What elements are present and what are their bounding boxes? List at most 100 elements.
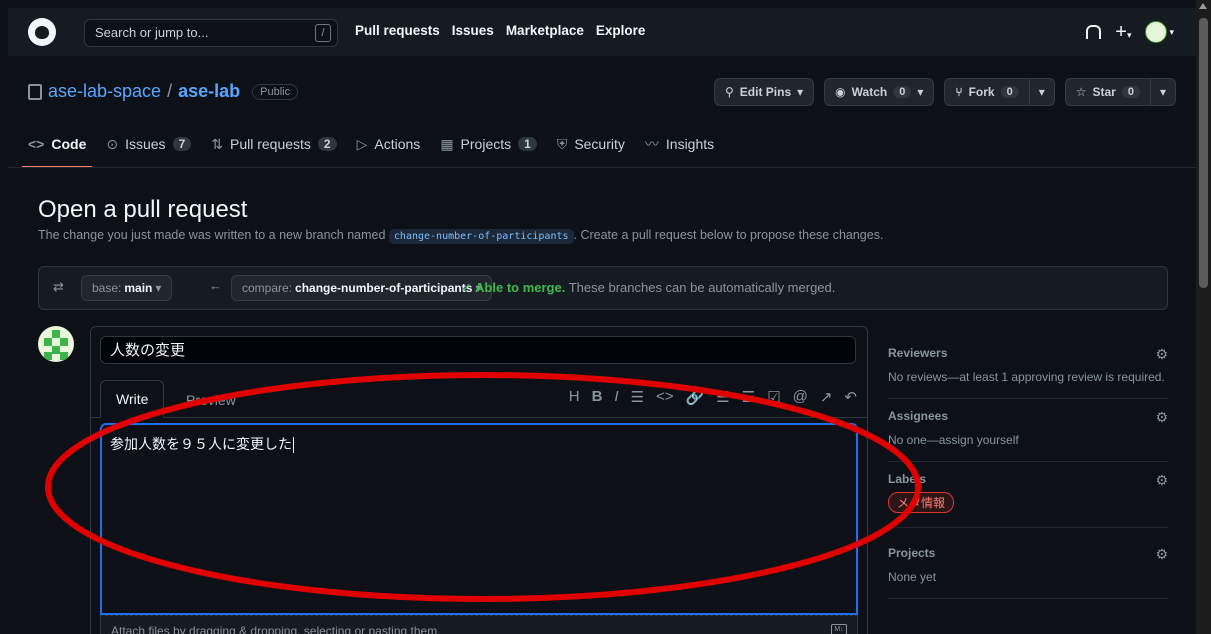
user-menu-button[interactable]: ▾ [1145, 21, 1174, 43]
watch-label: Watch [851, 85, 888, 99]
heading-icon[interactable]: H [569, 388, 580, 406]
github-logo-icon[interactable] [28, 18, 56, 46]
merge-status: ✓ Able to merge. These branches can be a… [461, 280, 835, 296]
nav-marketplace[interactable]: Marketplace [506, 23, 584, 38]
tab-code[interactable]: <> Code [21, 134, 93, 168]
page-description: The change you just made was written to … [38, 228, 884, 244]
nav-explore[interactable]: Explore [596, 23, 646, 38]
scroll-up-icon[interactable] [1199, 3, 1207, 9]
header-nav: Pull requests Issues Marketplace Explore [355, 23, 645, 38]
arrow-left-icon: ← [209, 278, 222, 293]
able-to-merge: Able to merge. [475, 280, 566, 295]
pr-title-input[interactable]: 人数の変更 [100, 336, 856, 364]
base-branch-select[interactable]: base: main ▾ [81, 275, 173, 301]
tab-insights[interactable]: 〰 Insights [645, 134, 714, 168]
watch-count: 0 [893, 86, 912, 98]
task-list-icon[interactable]: ☑ [767, 388, 780, 406]
markdown-icon: M↓ [831, 624, 847, 634]
fork-group: ⑂ Fork 0 ▾ [944, 78, 1055, 106]
tab-write[interactable]: Write [100, 380, 165, 418]
markdown-toolbar: H B I ☰ <> 🔗 ☰ ☰ ☑ @ ↗ ↶ [569, 388, 857, 406]
tab-actions[interactable]: ▷ Actions [357, 134, 421, 168]
star-menu-button[interactable]: ▾ [1150, 78, 1176, 106]
watch-button[interactable]: ◉ Watch 0 ▾ [824, 78, 935, 106]
bold-icon[interactable]: B [592, 388, 603, 406]
nav-pull-requests[interactable]: Pull requests [355, 23, 440, 38]
github-page: Search or jump to... / Pull requests Iss… [8, 8, 1196, 634]
page-scrollbar[interactable] [1196, 0, 1211, 634]
undo-icon[interactable]: ↶ [844, 388, 857, 406]
repo-icon [28, 83, 42, 100]
ordered-list-icon[interactable]: ☰ [742, 388, 755, 406]
tab-label: Code [51, 136, 87, 152]
chevron-down-icon: ▾ [797, 85, 804, 99]
mention-icon[interactable]: @ [793, 388, 808, 406]
play-icon: ▷ [356, 135, 368, 152]
tab-count: 2 [317, 137, 337, 151]
label-chip[interactable]: メタ情報 [888, 492, 955, 513]
avatar [1145, 21, 1168, 43]
gear-icon[interactable]: ⚙ [1155, 346, 1168, 363]
tab-label: Insights [665, 136, 715, 152]
repo-separator: / [167, 81, 173, 101]
desc-after: . Create a pull request below to propose… [573, 228, 884, 242]
star-icon: ☆ [1075, 85, 1087, 99]
chevron-down-icon: ▾ [917, 85, 924, 99]
compare-branch-select[interactable]: compare: change-number-of-participants ▾ [231, 275, 493, 301]
chevron-down-icon: ▾ [1159, 85, 1166, 99]
assignees-value[interactable]: No one—assign yourself [888, 433, 1168, 447]
pull-request-icon: ⇅ [211, 135, 223, 152]
attach-text: Attach files by dragging & dropping, sel… [111, 624, 441, 634]
tab-label: Actions [374, 136, 421, 152]
compare-branch: change-number-of-participants [295, 281, 473, 295]
header-actions: +▾ ▾ [1086, 21, 1174, 43]
gear-icon[interactable]: ⚙ [1155, 472, 1168, 489]
tab-issues[interactable]: ⊙ Issues 7 [106, 134, 192, 168]
fork-button[interactable]: ⑂ Fork 0 [944, 78, 1030, 106]
code-icon[interactable]: <> [656, 388, 674, 406]
search-placeholder: Search or jump to... [95, 25, 209, 40]
attach-files-bar[interactable]: Attach files by dragging & dropping, sel… [100, 615, 858, 634]
link-icon[interactable]: 🔗 [686, 388, 705, 406]
bell-icon[interactable] [1086, 25, 1102, 39]
pr-form: 人数の変更 Write Preview H B I ☰ <> 🔗 ☰ ☰ ☑ @… [90, 326, 868, 634]
avatar[interactable] [38, 326, 74, 362]
star-button[interactable]: ☆ Star 0 [1064, 78, 1151, 106]
pr-body-textarea[interactable]: 参加人数を９５人に変更した [100, 423, 858, 615]
repo-name-link[interactable]: ase-lab [178, 81, 240, 102]
repo-actions: ⚲ Edit Pins ▾ ◉ Watch 0 ▾ ⑂ Fork 0 ▾ ☆ Star 0 ▾ [713, 78, 1176, 106]
tab-label: Security [574, 136, 625, 152]
pin-icon: ⚲ [724, 85, 734, 99]
chevron-down-icon: ▾ [1169, 26, 1174, 37]
quote-icon[interactable]: ☰ [631, 388, 644, 406]
create-new-button[interactable]: +▾ [1115, 22, 1131, 42]
edit-pins-button[interactable]: ⚲ Edit Pins ▾ [713, 78, 815, 106]
fork-menu-button[interactable]: ▾ [1029, 78, 1055, 106]
nav-issues[interactable]: Issues [452, 23, 494, 38]
chevron-down-icon: ▾ [1126, 30, 1132, 40]
branch-name: change-number-of-participants [388, 229, 574, 244]
tab-label: Projects [460, 136, 512, 152]
eye-icon: ◉ [835, 85, 846, 99]
scrollbar-thumb[interactable] [1199, 18, 1208, 288]
repo-owner-link[interactable]: ase-lab-space [48, 81, 161, 102]
reviewers-section: Reviewers ⚙ No reviews—at least 1 approv… [888, 336, 1168, 399]
projects-heading: Projects [888, 546, 936, 560]
italic-icon[interactable]: I [614, 388, 618, 406]
tab-security[interactable]: ⛨ Security [557, 134, 625, 168]
table-icon: ▦ [440, 135, 454, 152]
unordered-list-icon[interactable]: ☰ [716, 388, 729, 406]
gear-icon[interactable]: ⚙ [1155, 409, 1168, 426]
search-input[interactable]: Search or jump to... / [84, 19, 338, 47]
projects-value: None yet [888, 570, 937, 584]
tab-projects[interactable]: ▦ Projects 1 [440, 134, 537, 168]
tab-count: 7 [172, 137, 192, 151]
tab-label: Issues [125, 136, 166, 152]
tab-pull-requests[interactable]: ⇅ Pull requests 2 [211, 134, 337, 168]
tab-preview[interactable]: Preview [171, 382, 251, 418]
reference-icon[interactable]: ↗ [820, 388, 833, 406]
gear-icon[interactable]: ⚙ [1155, 546, 1168, 563]
labels-section: Labels ⚙ メタ情報 [888, 462, 1168, 528]
fork-icon: ⑂ [955, 85, 963, 99]
tab-count: 1 [518, 137, 537, 151]
